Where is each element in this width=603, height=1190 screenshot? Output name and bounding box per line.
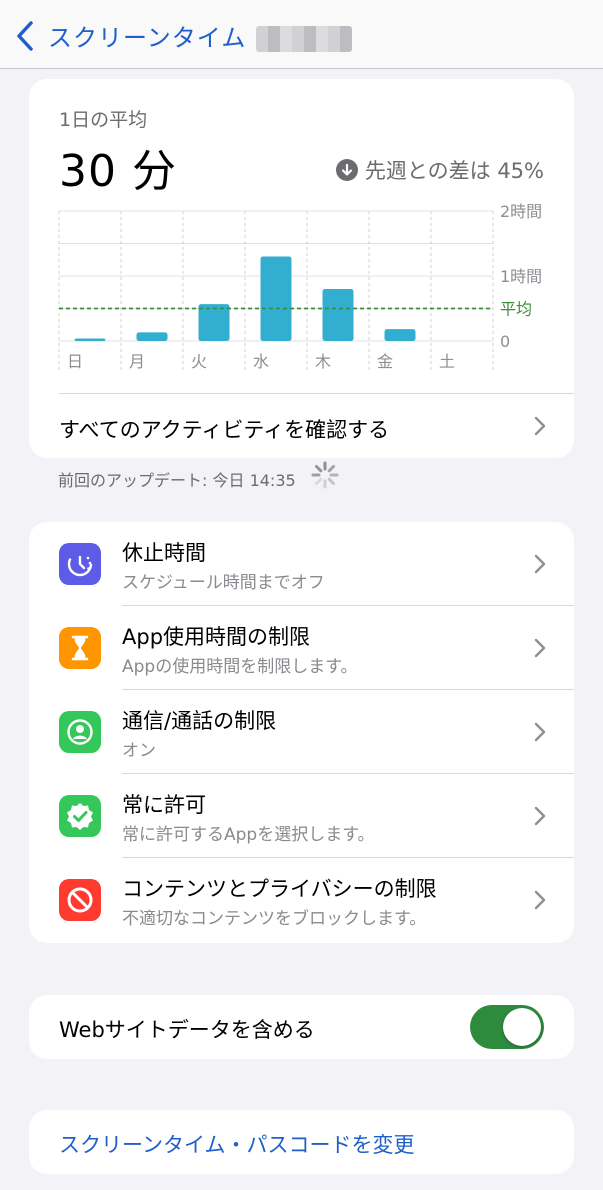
downtime-icon bbox=[59, 543, 101, 585]
include-website-data-label: Webサイトデータを含める bbox=[59, 1018, 315, 1042]
include-website-data-toggle[interactable] bbox=[470, 1005, 544, 1049]
daily-average-value: 30 分 bbox=[59, 146, 177, 197]
chevron-right-icon bbox=[534, 638, 546, 658]
chart-average-label: 平均 bbox=[500, 300, 532, 319]
chevron-right-icon bbox=[534, 554, 546, 574]
weekly-usage-chart-svg: 平均 2時間 1時間 0 日 月 火 水 木 金 土 bbox=[58, 202, 542, 371]
communication-limits-row[interactable]: 通信/通話の制限 オン bbox=[29, 690, 574, 774]
chart-x-tick-label: 水 bbox=[253, 352, 269, 371]
communication-limits-subtitle: オン bbox=[122, 741, 156, 761]
chart-y-tick-label: 1時間 bbox=[500, 267, 542, 286]
always-allowed-title: 常に許可 bbox=[122, 793, 206, 817]
back-button-label: スクリーンタイム bbox=[48, 24, 247, 52]
contact-icon bbox=[59, 711, 101, 753]
include-website-data-card: Webサイトデータを含める bbox=[29, 995, 574, 1059]
chart-bar bbox=[322, 289, 354, 341]
chevron-right-icon bbox=[534, 416, 546, 436]
chevron-left-icon bbox=[17, 20, 33, 51]
app-limits-title: App使用時間の制限 bbox=[122, 625, 311, 649]
navigation-bar: スクリーンタイム bbox=[0, 0, 603, 69]
see-all-activity-label: すべてのアクティビティを確認する bbox=[59, 418, 390, 442]
weekly-difference-text: 先週との差は 45% bbox=[364, 159, 544, 183]
restrictions-card: 休止時間 スケジュール時間までオフ App使用時間の制限 Appの使用時間を制限… bbox=[29, 522, 574, 943]
last-update-text: 前回のアップデート: 今日 14:35 bbox=[58, 471, 296, 490]
always-allowed-subtitle: 常に許可するAppを選択します。 bbox=[122, 825, 375, 845]
passcode-card: スクリーンタイム・パスコードを変更 bbox=[29, 1110, 574, 1174]
chart-x-tick-label: 土 bbox=[439, 352, 455, 371]
communication-limits-title: 通信/通話の制限 bbox=[122, 709, 277, 733]
chart-y-tick-label: 2時間 bbox=[500, 202, 542, 221]
change-passcode-button[interactable]: スクリーンタイム・パスコードを変更 bbox=[59, 1129, 415, 1159]
content-privacy-title: コンテンツとプライバシーの制限 bbox=[122, 877, 437, 901]
app-limits-subtitle: Appの使用時間を制限します。 bbox=[122, 657, 358, 677]
app-limits-row[interactable]: App使用時間の制限 Appの使用時間を制限します。 bbox=[29, 606, 574, 690]
chart-x-tick-label: 日 bbox=[67, 352, 83, 371]
chart-x-tick-label: 月 bbox=[129, 352, 145, 371]
chart-bar bbox=[384, 329, 416, 341]
toggle-knob bbox=[503, 1008, 541, 1046]
back-button[interactable]: スクリーンタイム bbox=[14, 18, 246, 53]
chevron-right-icon bbox=[534, 806, 546, 826]
always-allowed-row[interactable]: 常に許可 常に許可するAppを選択します。 bbox=[29, 774, 574, 858]
content-privacy-row[interactable]: コンテンツとプライバシーの制限 不適切なコンテンツをブロックします。 bbox=[29, 858, 574, 942]
chart-bar bbox=[136, 332, 168, 341]
loading-spinner-icon bbox=[311, 461, 339, 489]
arrow-down-circle-icon bbox=[335, 159, 358, 181]
checkmark-seal-icon bbox=[59, 795, 101, 837]
chevron-right-icon bbox=[534, 890, 546, 910]
daily-average-label: 1日の平均 bbox=[59, 109, 148, 131]
chart-bar bbox=[74, 338, 106, 341]
weekly-difference: 先週との差は 45% bbox=[335, 155, 544, 185]
see-all-activity-row[interactable]: すべてのアクティビティを確認する bbox=[29, 394, 574, 458]
blurred-device-name bbox=[256, 26, 352, 52]
chart-y-tick-label: 0 bbox=[500, 332, 510, 351]
chart-x-tick-label: 木 bbox=[315, 352, 331, 371]
content-privacy-subtitle: 不適切なコンテンツをブロックします。 bbox=[122, 909, 427, 929]
chevron-right-icon bbox=[534, 722, 546, 742]
downtime-row[interactable]: 休止時間 スケジュール時間までオフ bbox=[29, 522, 574, 606]
chart-x-tick-label: 金 bbox=[377, 352, 393, 371]
chart-bar bbox=[198, 304, 230, 341]
usage-summary-card: 1日の平均 30 分 先週との差は 45% 平均 2時間 1時間 0 日 月 火 水 木 金 土 す… bbox=[29, 79, 574, 458]
prohibited-icon bbox=[59, 879, 101, 921]
chart-bar bbox=[260, 256, 292, 341]
downtime-title: 休止時間 bbox=[122, 541, 206, 565]
hourglass-icon bbox=[59, 627, 101, 669]
downtime-subtitle: スケジュール時間までオフ bbox=[122, 573, 325, 593]
chart-x-tick-label: 火 bbox=[191, 352, 207, 371]
weekly-usage-chart: 平均 2時間 1時間 0 日 月 火 水 木 金 土 bbox=[29, 199, 574, 379]
